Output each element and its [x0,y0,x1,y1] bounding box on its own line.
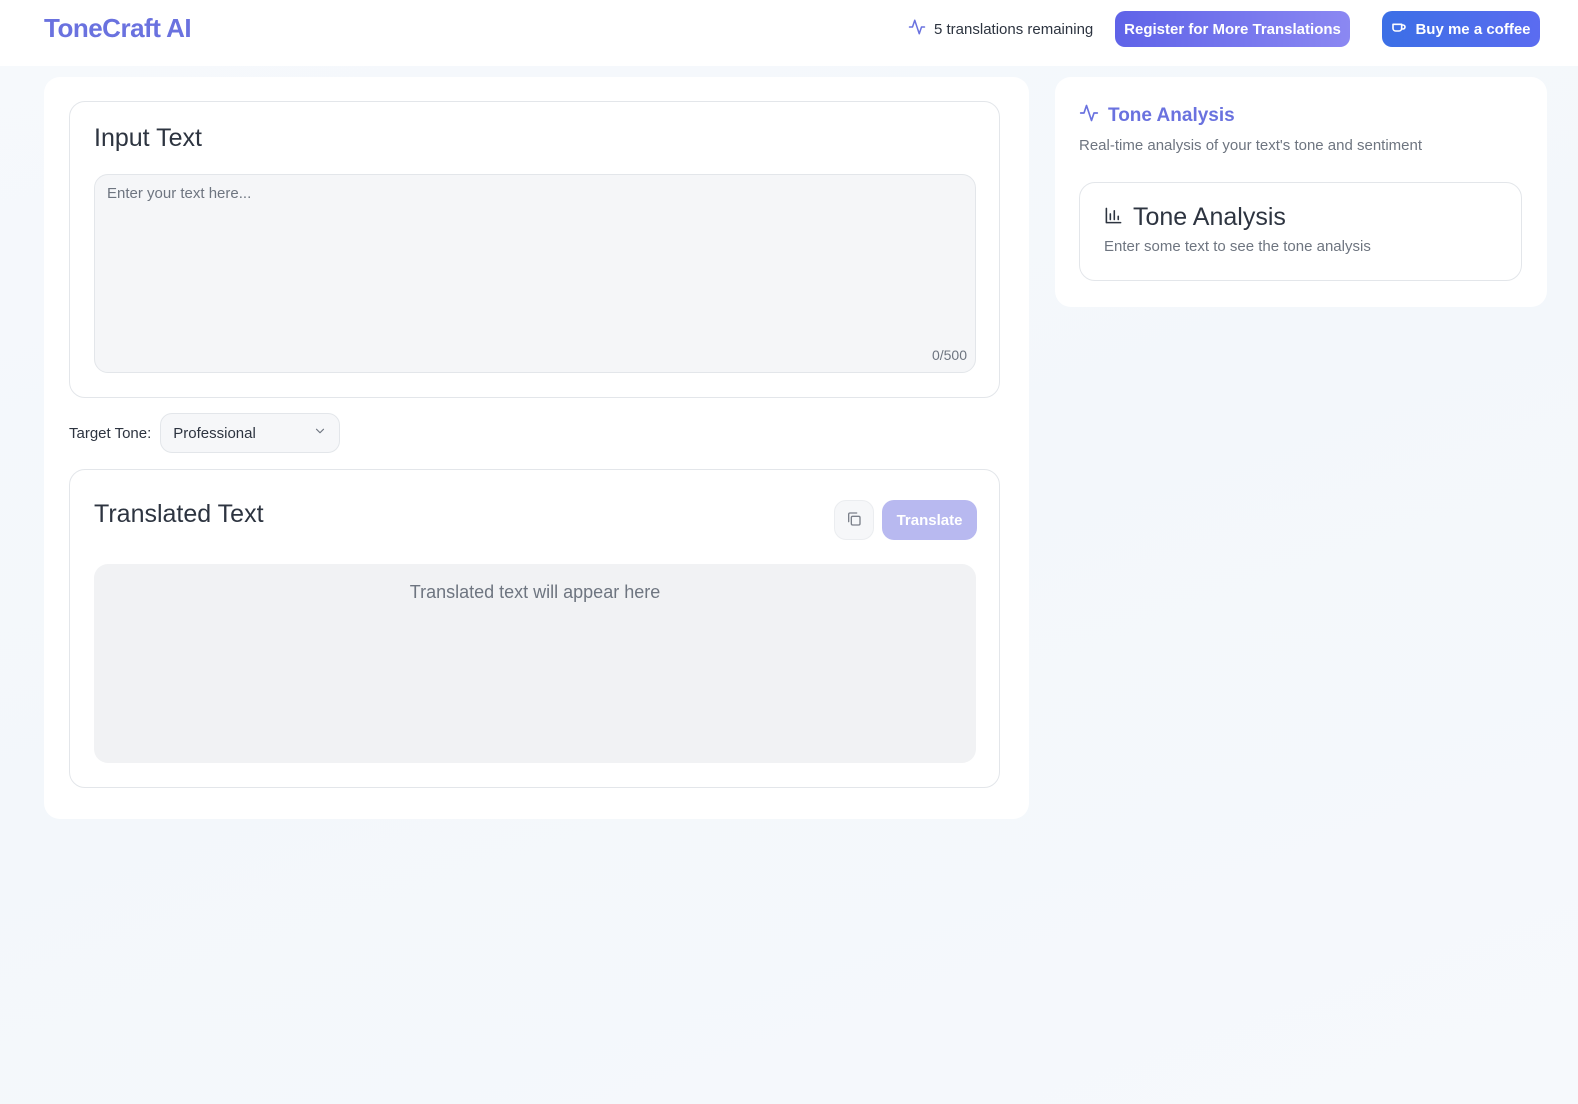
character-counter: 0/500 [931,347,967,363]
tone-analysis-empty-message: Enter some text to see the tone analysis [1104,238,1371,255]
input-textarea-wrapper: 0/500 [94,174,976,373]
remaining-text: 5 translations remaining [934,20,1094,38]
input-card: Input Text 0/500 [69,101,1000,398]
input-textarea[interactable] [95,175,975,372]
input-title: Input Text [94,124,202,152]
output-card: Translated Text Translate Translated tex… [69,469,1000,788]
tone-analysis-panel: Tone Analysis Real-time analysis of your… [1055,77,1547,307]
register-button[interactable]: Register for More Translations [1115,11,1350,47]
target-tone-row: Target Tone: Professional [69,413,341,453]
translations-remaining: 5 translations remaining [908,18,1093,40]
target-tone-label: Target Tone: [69,424,152,442]
tone-analysis-card-header: Tone Analysis [1104,203,1286,232]
tone-analysis-card: Tone Analysis Enter some text to see the… [1079,182,1522,281]
output-title: Translated Text [94,500,264,528]
buy-coffee-label: Buy me a coffee [1415,20,1531,38]
activity-icon [1079,103,1099,128]
buy-coffee-button[interactable]: Buy me a coffee [1382,11,1540,47]
translated-output-area: Translated text will appear here [94,564,976,763]
tone-analysis-card-title: Tone Analysis [1133,203,1286,231]
chevron-down-icon [313,424,327,442]
coffee-cup-icon [1391,19,1407,39]
brand-logo[interactable]: ToneCraft AI [44,13,192,44]
tone-analysis-panel-title: Tone Analysis [1108,104,1235,126]
translate-button[interactable]: Translate [882,500,977,540]
activity-icon [908,18,926,40]
translator-panel: Input Text 0/500 Target Tone: Profession… [44,77,1029,819]
bar-chart-icon [1104,206,1123,230]
target-tone-select[interactable]: Professional [160,413,341,453]
top-header: ToneCraft AI 5 translations remaining Re… [0,0,1578,66]
tone-analysis-header: Tone Analysis [1079,103,1235,128]
tone-analysis-subtitle: Real-time analysis of your text's tone a… [1079,137,1423,154]
copy-icon [846,511,862,530]
copy-button[interactable] [834,500,874,540]
output-placeholder: Translated text will appear here [409,582,661,602]
target-tone-value: Professional [173,424,256,442]
